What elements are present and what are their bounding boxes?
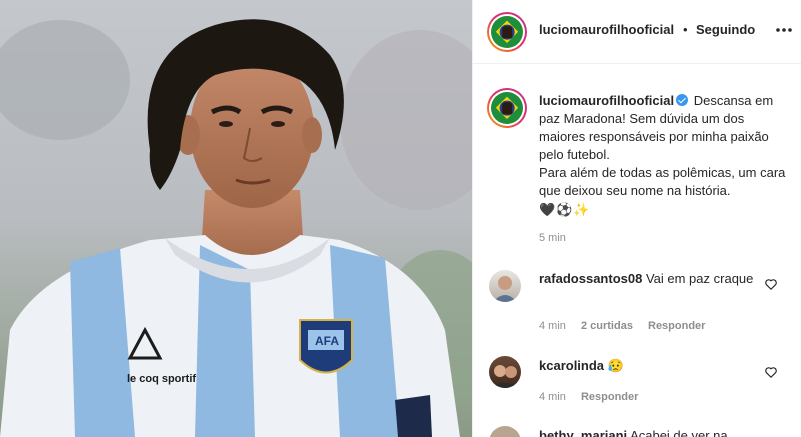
verified-badge-icon	[676, 94, 689, 106]
header-username[interactable]: luciomaurofilhooficial	[539, 22, 674, 37]
comment-text: bethy_mariani Acabei de ver na	[539, 427, 759, 437]
sad-face-icon: 😥	[607, 358, 624, 373]
caption-time[interactable]: 5 min	[539, 232, 566, 244]
following-button[interactable]: Seguindo	[696, 22, 755, 37]
comment-likes[interactable]: 2 curtidas	[581, 320, 633, 332]
user-avatar-icon	[489, 365, 521, 388]
caption-emojis: 🖤⚽✨	[539, 201, 791, 219]
black-heart-icon: 🖤	[539, 202, 556, 217]
comment-time[interactable]: 4 min	[539, 391, 566, 403]
comment-body: Vai em paz craque	[645, 271, 754, 286]
comment-avatar[interactable]	[489, 270, 521, 302]
post-side-panel: luciomaurofilhooficial • Seguindo luciom…	[472, 0, 801, 437]
comment-meta: 4 min 2 curtidas Responder	[539, 320, 717, 332]
comment-username[interactable]: bethy_mariani	[539, 428, 627, 437]
comment-username[interactable]: rafadossantos08	[539, 271, 642, 286]
comment-avatar[interactable]	[489, 356, 521, 388]
user-avatar-icon	[493, 276, 517, 302]
caption-username[interactable]: luciomaurofilhooficial	[539, 93, 674, 108]
shirt-brand-text: le coq sportif	[127, 373, 196, 385]
comment-text: rafadossantos08 Vai em paz craque	[539, 270, 759, 288]
heart-icon[interactable]	[764, 365, 778, 379]
post-photo[interactable]: le coq sportif AFA	[0, 0, 472, 437]
caption-text: luciomaurofilhooficial Descansa em paz M…	[539, 92, 791, 219]
afa-badge-text: AFA	[315, 334, 339, 348]
comment-text: kcarolinda 😥	[539, 357, 759, 375]
maradona-photo-illustration: le coq sportif AFA	[0, 0, 472, 437]
comment-username[interactable]: kcarolinda	[539, 358, 604, 373]
caption-avatar[interactable]	[487, 88, 527, 128]
comment-body: Acabei de ver na	[630, 428, 728, 437]
more-horizontal-icon[interactable]	[774, 22, 794, 38]
soccer-ball-icon: ⚽	[556, 202, 573, 217]
comment-time[interactable]: 4 min	[539, 320, 566, 332]
comment-meta: 4 min Responder	[539, 391, 650, 403]
post-header: luciomaurofilhooficial • Seguindo	[473, 0, 801, 64]
reply-button[interactable]: Responder	[648, 320, 705, 332]
header-separator: •	[683, 22, 688, 37]
sparkles-icon: ✨	[573, 202, 590, 217]
brazil-flag-avatar-icon	[491, 16, 523, 48]
brazil-flag-avatar-icon	[491, 92, 523, 124]
comment-avatar[interactable]	[489, 426, 521, 437]
caption-line: Para além de todas as polêmicas, um cara…	[539, 165, 786, 198]
header-avatar[interactable]	[487, 12, 527, 52]
heart-icon[interactable]	[764, 277, 778, 291]
reply-button[interactable]: Responder	[581, 391, 638, 403]
